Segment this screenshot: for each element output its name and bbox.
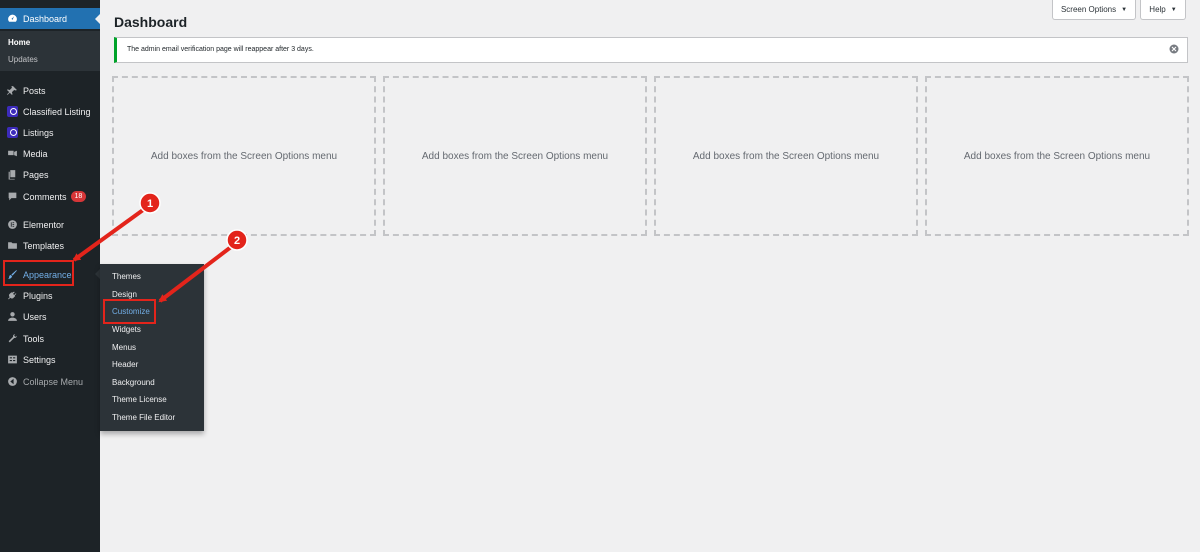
sidebar-item-pages[interactable]: Pages [0,164,100,185]
comments-count-badge: 18 [70,191,87,202]
sidebar-item-elementor[interactable]: Elementor [0,214,100,235]
sidebar-item-label: Posts [23,85,46,96]
sidebar-item-label: Comments [23,191,67,202]
flyout-item-design[interactable]: Design [112,290,137,299]
flyout-item-themes[interactable]: Themes [112,272,141,281]
admin-sidebar: Dashboard Home Updates Posts Classified … [0,0,100,552]
sidebar-item-label: Templates [23,240,65,251]
sidebar-item-posts[interactable]: Posts [0,80,100,101]
current-menu-arrow [95,14,100,24]
dashboard-icon [5,12,19,26]
sidebar-item-label: Settings [23,354,56,365]
sidebar-item-label: Plugins [23,290,53,301]
elementor-icon [5,218,19,232]
dismiss-notice-icon[interactable] [1169,44,1179,54]
pages-icon [5,168,19,182]
sidebar-item-users[interactable]: Users [0,306,100,327]
wrench-icon [5,332,19,346]
listings-icon [5,126,19,140]
submenu-item-home[interactable]: Home [8,38,30,47]
sidebar-item-label: Classified Listing [23,106,91,117]
notice-text: The admin email verification page will r… [127,46,314,53]
user-icon [5,310,19,324]
sidebar-item-templates[interactable]: Templates [0,235,100,256]
screen-options-button[interactable]: Screen Options ▼ [1052,0,1136,20]
sidebar-item-label: Listings [23,127,54,138]
step-2-number: 2 [234,235,240,247]
sidebar-item-dashboard[interactable]: Dashboard [0,8,100,29]
sidebar-item-label: Pages [23,169,49,180]
help-button[interactable]: Help ▼ [1140,0,1186,20]
dashboard-widget-placeholder: Add boxes from the Screen Options menu [925,76,1189,236]
admin-notice: The admin email verification page will r… [114,37,1188,63]
classified-listing-icon [5,105,19,119]
sidebar-item-label: Users [23,311,47,322]
sidebar-item-media[interactable]: Media [0,143,100,164]
paintbrush-icon [5,268,19,282]
sidebar-item-comments[interactable]: Comments 18 [0,186,100,207]
sidebar-item-label: Tools [23,333,45,344]
collapse-icon [5,375,19,389]
flyout-item-theme-license[interactable]: Theme License [112,395,167,404]
settings-icon [5,353,19,367]
collapse-menu-button[interactable]: Collapse Menu [0,371,100,392]
sidebar-item-label: Elementor [23,219,65,230]
sidebar-item-label: Media [23,148,48,159]
sidebar-item-settings[interactable]: Settings [0,349,100,370]
flyout-item-menus[interactable]: Menus [112,343,136,352]
sidebar-item-plugins[interactable]: Plugins [0,285,100,306]
dashboard-widget-placeholder: Add boxes from the Screen Options menu [654,76,918,236]
sidebar-item-classified-listing[interactable]: Classified Listing [0,101,100,122]
sidebar-item-tools[interactable]: Tools [0,328,100,349]
flyout-item-background[interactable]: Background [112,378,155,387]
sidebar-item-label: Dashboard [23,13,68,24]
flyout-item-widgets[interactable]: Widgets [112,325,141,334]
flyout-item-customize[interactable]: Customize [112,307,150,316]
plugin-icon [5,289,19,303]
page-title: Dashboard [114,14,188,30]
pin-icon [5,84,19,98]
submenu-item-updates[interactable]: Updates [8,55,38,64]
sidebar-item-appearance[interactable]: Appearance [0,264,100,285]
sidebar-item-listings[interactable]: Listings [0,122,100,143]
caret-down-icon: ▼ [1170,6,1177,13]
appearance-flyout-menu: Themes Design Customize Widgets Menus He… [100,264,204,431]
sidebar-item-label: Appearance [23,269,72,280]
flyout-item-theme-file-editor[interactable]: Theme File Editor [112,413,175,422]
screen-options-label: Screen Options [1060,5,1117,14]
sidebar-item-label: Collapse Menu [23,376,84,387]
flyout-item-header[interactable]: Header [112,360,138,369]
media-icon [5,147,19,161]
folder-icon [5,239,19,253]
help-label: Help [1149,5,1166,14]
caret-down-icon: ▼ [1121,6,1128,13]
comments-icon [5,190,19,204]
dashboard-widget-placeholder: Add boxes from the Screen Options menu [383,76,647,236]
dashboard-widget-placeholder: Add boxes from the Screen Options menu [112,76,376,236]
dashboard-submenu: Home Updates [0,31,100,71]
